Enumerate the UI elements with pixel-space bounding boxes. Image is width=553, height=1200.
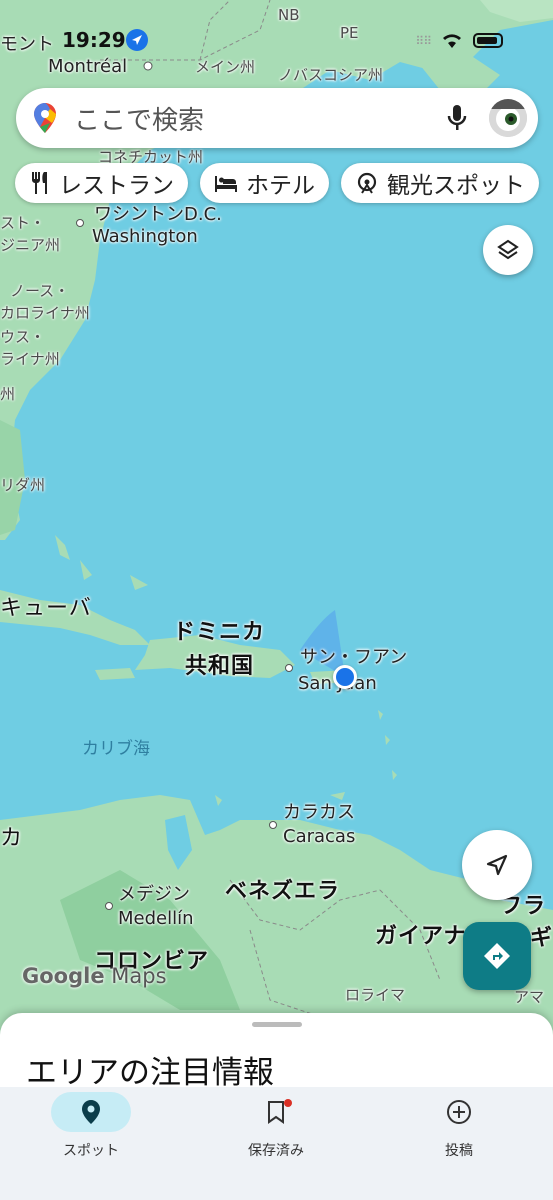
search-input[interactable]: ここで検索 [74, 100, 445, 137]
chip-attractions[interactable]: 観光スポット [341, 163, 539, 203]
label-venezuela: ベネズエラ [225, 879, 341, 904]
nav-tab-saved[interactable]: 保存済み [206, 1087, 346, 1160]
sheet-title: エリアの注目情報 [26, 1055, 274, 1091]
label-caracas-jp: カラカス [283, 802, 355, 823]
label-roraima: ロライマ [345, 986, 406, 1004]
navigation-arrow-icon [126, 29, 148, 51]
chip-label: 観光スポット [387, 173, 525, 199]
location-pin-icon [82, 1100, 100, 1124]
label-guyana: ガイアナ [375, 924, 467, 949]
sheet-drag-handle[interactable] [252, 1022, 302, 1027]
my-location-button[interactable] [462, 830, 532, 900]
label-maine: メイン州 [195, 58, 256, 76]
directions-icon [484, 943, 510, 969]
nav-label: 投稿 [445, 1143, 473, 1159]
nav-tab-explore[interactable]: スポット [21, 1087, 161, 1160]
nav-label: スポット [63, 1143, 119, 1159]
microphone-icon[interactable] [445, 103, 469, 133]
attribution-google: Google [22, 964, 105, 988]
restaurant-icon [32, 172, 47, 194]
layers-button[interactable] [483, 225, 533, 275]
category-chips: レストラン ホテル 観光スポット [15, 163, 539, 203]
navigation-arrow-icon [486, 854, 508, 876]
status-bar: 19:29 ⠿⠿ [0, 28, 553, 56]
chip-label: ホテル [246, 173, 315, 199]
label-left-edge: カ [0, 826, 24, 851]
label-wv-1: スト・ [0, 214, 46, 232]
chip-restaurant[interactable]: レストラン [15, 163, 188, 203]
label-dominican-1: ドミニカ [173, 620, 266, 645]
status-time: 19:29 [62, 28, 126, 52]
notification-badge [284, 1099, 292, 1107]
nav-tab-contribute[interactable]: 投稿 [389, 1087, 529, 1160]
label-wv-2: ジニア州 [0, 236, 61, 254]
label-dominican-2: 共和国 [185, 654, 255, 679]
label-montreal: Montréal [48, 56, 128, 77]
label-nova-scotia: ノバスコシア州 [278, 66, 384, 84]
attraction-icon [357, 172, 377, 194]
label-ga: 州 [0, 385, 16, 403]
label-san-juan-jp: サン・フアン [300, 647, 408, 668]
bookmark-icon [268, 1101, 284, 1124]
nav-label: 保存済み [248, 1143, 304, 1159]
add-circle-icon [447, 1100, 471, 1124]
wifi-icon [443, 34, 461, 48]
current-location-dot[interactable] [333, 665, 357, 689]
google-maps-logo-icon [34, 103, 56, 133]
label-medellin: Medellín [118, 908, 194, 929]
label-washington-jp: ワシントンD.C. [94, 204, 222, 225]
label-florida: リダ州 [0, 476, 46, 494]
label-medellin-jp: メデジン [118, 884, 190, 905]
label-caribbean: カリブ海 [82, 739, 150, 759]
avatar[interactable] [489, 99, 527, 137]
layers-icon [497, 239, 519, 260]
label-nc-1: ノース・ [10, 282, 70, 300]
label-washington: Washington [92, 226, 198, 247]
hotel-icon [215, 176, 237, 192]
nav-icon-container [419, 1092, 499, 1132]
label-caracas: Caracas [283, 826, 356, 847]
bottom-navigation: スポット 保存済み 投稿 [0, 1087, 553, 1200]
directions-button[interactable] [463, 922, 531, 990]
nav-active-indicator [51, 1092, 131, 1132]
label-nb: NB [278, 6, 300, 24]
attribution-maps: Maps [111, 964, 167, 988]
chip-label: レストラン [59, 173, 174, 199]
nav-icon-container [236, 1092, 316, 1132]
label-sc-1: ウス・ [0, 328, 46, 346]
label-french-guiana-2: ギ [530, 926, 553, 951]
label-sc-2: ライナ州 [0, 350, 60, 368]
chip-hotel[interactable]: ホテル [200, 163, 329, 203]
cellular-signal-icon: ⠿⠿ [415, 33, 432, 48]
label-nc-2: カロライナ州 [0, 304, 90, 322]
label-cuba: キューバ [0, 596, 92, 621]
search-bar[interactable]: ここで検索 [16, 88, 538, 148]
google-maps-attribution: Google Maps [22, 964, 167, 988]
battery-icon [473, 33, 503, 48]
land-jamaica [95, 668, 135, 680]
